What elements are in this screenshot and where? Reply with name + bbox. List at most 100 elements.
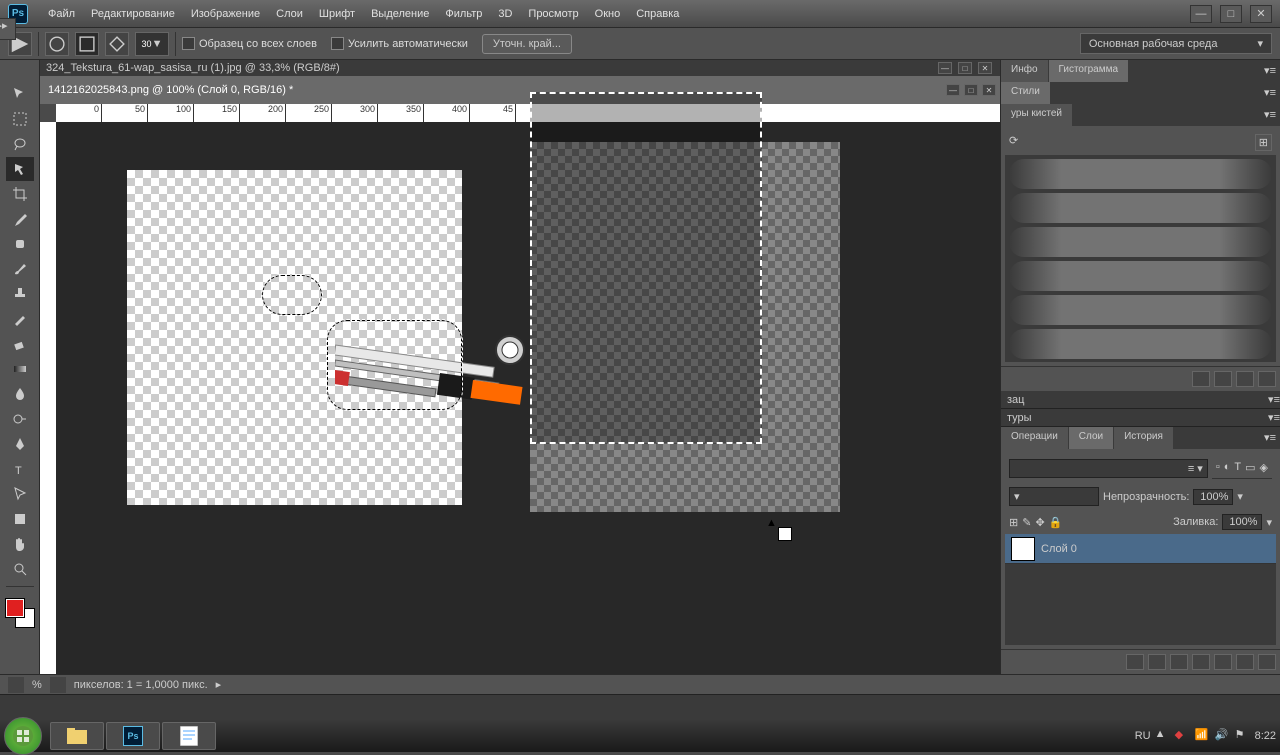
blend-mode-dropdown[interactable]: ▾: [1009, 487, 1099, 506]
filter-shape-icon[interactable]: ▭: [1245, 461, 1255, 474]
blur-tool[interactable]: [6, 382, 34, 406]
marquee-tool[interactable]: [6, 107, 34, 131]
trash-icon[interactable]: [1258, 371, 1276, 387]
tray-network-icon[interactable]: 📶: [1195, 728, 1211, 744]
filter-pixel-icon[interactable]: ▫: [1216, 461, 1220, 474]
delete-layer-icon[interactable]: [1258, 654, 1276, 670]
brush-preset[interactable]: [1009, 329, 1272, 359]
sample-all-checkbox[interactable]: Образец со всех слоев: [182, 37, 317, 50]
link-layers-icon[interactable]: [1126, 654, 1144, 670]
explorer-task[interactable]: [50, 722, 104, 750]
info-tab[interactable]: Инфо: [1001, 60, 1048, 82]
start-button[interactable]: [4, 717, 42, 755]
layer-thumb[interactable]: [1011, 537, 1035, 561]
group-icon[interactable]: [1214, 654, 1232, 670]
opacity-slider-icon[interactable]: ▾: [1237, 490, 1243, 503]
brush-preset[interactable]: [1009, 261, 1272, 291]
active-doc-header[interactable]: 1412162025843.png @ 100% (Слой 0, RGB/16…: [40, 76, 1000, 104]
history-brush-tool[interactable]: [6, 307, 34, 331]
preset-opts-icon[interactable]: [1192, 371, 1210, 387]
tray-action-icon[interactable]: ⚑: [1235, 728, 1251, 744]
tray-shield-icon[interactable]: ◆: [1175, 728, 1191, 744]
doc-info-icon[interactable]: [50, 677, 66, 693]
crop-tool[interactable]: [6, 182, 34, 206]
actions-collapsed[interactable]: зац▾≡: [1001, 391, 1280, 409]
brush-presets-tab[interactable]: уры кистей: [1001, 104, 1072, 126]
layers-tab[interactable]: Слои: [1069, 427, 1113, 449]
photoshop-task[interactable]: Ps: [106, 722, 160, 750]
clock[interactable]: 8:22: [1255, 730, 1276, 742]
delete-preset-icon[interactable]: [1236, 371, 1254, 387]
panel-menu-icon[interactable]: ▾≡: [1260, 60, 1280, 82]
type-tool[interactable]: T: [6, 457, 34, 481]
fill-input[interactable]: 100%: [1222, 514, 1262, 530]
status-icon[interactable]: [8, 677, 24, 693]
quick-select-tool[interactable]: [6, 157, 34, 181]
lock-all-icon[interactable]: 🔒: [1049, 516, 1063, 529]
layer-name[interactable]: Слой 0: [1041, 543, 1077, 555]
bg-max-icon[interactable]: □: [958, 62, 972, 74]
filter-type-icon[interactable]: T: [1234, 461, 1241, 474]
ops-tab[interactable]: Операции: [1001, 427, 1068, 449]
auto-enhance-checkbox[interactable]: Усилить автоматически: [331, 37, 468, 50]
layer-kind-dropdown[interactable]: ≡ ▾: [1009, 459, 1208, 478]
menu-help[interactable]: Справка: [628, 4, 687, 24]
fg-color[interactable]: [6, 599, 24, 617]
lock-icon[interactable]: ⊞: [1009, 516, 1018, 529]
filter-smart-icon[interactable]: ◈: [1260, 461, 1268, 474]
minimize-button[interactable]: —: [1190, 5, 1212, 23]
styles-tab[interactable]: Стили: [1001, 82, 1050, 104]
brush-preview[interactable]: 30▼: [135, 32, 169, 56]
bg-min-icon[interactable]: —: [938, 62, 952, 74]
new-layer-icon[interactable]: [1236, 654, 1254, 670]
menu-select[interactable]: Выделение: [363, 4, 437, 24]
move-tool[interactable]: [6, 82, 34, 106]
new-preset-icon[interactable]: [1214, 371, 1232, 387]
zoom-tool[interactable]: [6, 557, 34, 581]
doc-close-icon[interactable]: ✕: [982, 84, 996, 96]
adjustment-icon[interactable]: [1192, 654, 1210, 670]
workspace-dropdown[interactable]: Основная рабочая среда▾: [1080, 33, 1272, 54]
doc-max-icon[interactable]: □: [964, 84, 978, 96]
gradient-tool[interactable]: [6, 357, 34, 381]
status-arrow-icon[interactable]: ▸: [216, 678, 222, 691]
maximize-button[interactable]: □: [1220, 5, 1242, 23]
brush-preset[interactable]: [1009, 159, 1272, 189]
brush-preset[interactable]: [1009, 227, 1272, 257]
close-button[interactable]: ✕: [1250, 5, 1272, 23]
wordpad-task[interactable]: [162, 722, 216, 750]
menu-image[interactable]: Изображение: [183, 4, 268, 24]
refresh-icon[interactable]: ⟳: [1009, 134, 1018, 151]
healing-tool[interactable]: [6, 232, 34, 256]
layer-item[interactable]: Слой 0: [1005, 534, 1276, 564]
lock-pos-icon[interactable]: ✥: [1035, 516, 1044, 529]
menu-3d[interactable]: 3D: [490, 4, 520, 24]
active-canvas[interactable]: [127, 170, 462, 505]
zoom-value[interactable]: %: [32, 679, 42, 691]
fill-slider-icon[interactable]: ▾: [1266, 516, 1272, 529]
doc-min-icon[interactable]: —: [946, 84, 960, 96]
shape-tool[interactable]: [6, 507, 34, 531]
menu-file[interactable]: Файл: [40, 4, 83, 24]
pen-tool[interactable]: [6, 432, 34, 456]
tray-flag-icon[interactable]: ▲: [1155, 728, 1171, 744]
tray-volume-icon[interactable]: 🔊: [1215, 728, 1231, 744]
menu-layers[interactable]: Слои: [268, 4, 311, 24]
menu-edit[interactable]: Редактирование: [83, 4, 183, 24]
tools-handle[interactable]: ▸▸: [0, 18, 16, 40]
brush-tool[interactable]: [6, 257, 34, 281]
refine-edge-button[interactable]: Уточн. край...: [482, 34, 572, 54]
menu-filter[interactable]: Фильтр: [437, 4, 490, 24]
brush-preset[interactable]: [1009, 193, 1272, 223]
lang-indicator[interactable]: RU: [1135, 730, 1151, 742]
histogram-tab[interactable]: Гистограмма: [1049, 60, 1129, 82]
dodge-tool[interactable]: [6, 407, 34, 431]
color-swatch[interactable]: [6, 599, 34, 627]
intersect-selection-icon[interactable]: [105, 32, 129, 56]
paths-collapsed[interactable]: туры▾≡: [1001, 409, 1280, 427]
stamp-tool[interactable]: [6, 282, 34, 306]
opacity-input[interactable]: 100%: [1193, 489, 1233, 505]
panel-menu-icon[interactable]: ▾≡: [1260, 82, 1280, 104]
brush-preset[interactable]: [1009, 295, 1272, 325]
filter-adjust-icon[interactable]: ◐: [1224, 461, 1231, 474]
